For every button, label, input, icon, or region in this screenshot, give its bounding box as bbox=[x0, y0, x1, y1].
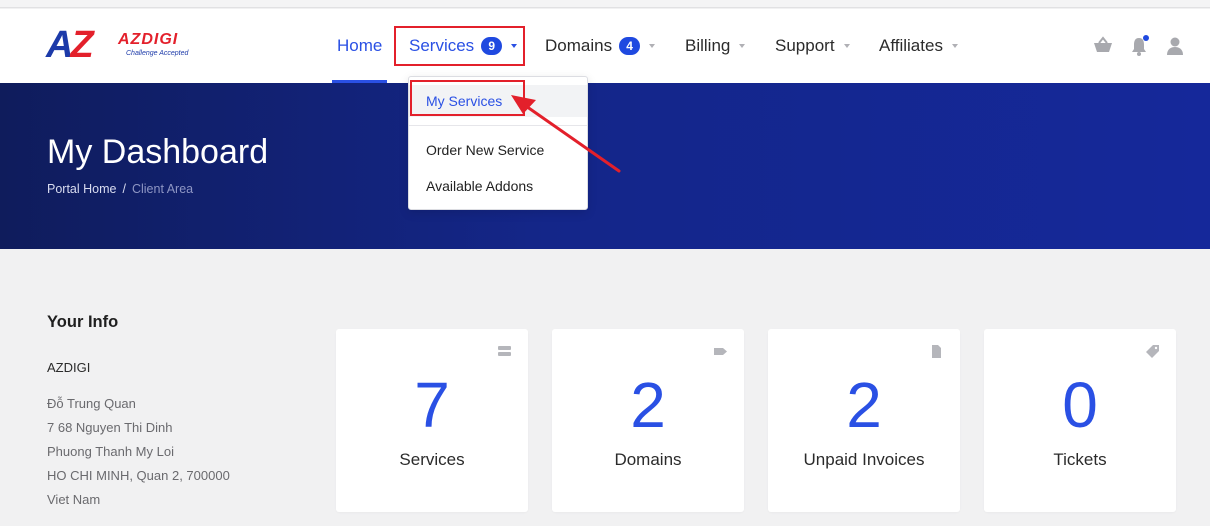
nav-affiliates[interactable]: Affiliates bbox=[879, 9, 958, 83]
stat-card-tickets[interactable]: 0 Tickets bbox=[984, 329, 1176, 512]
breadcrumb-home-link[interactable]: Portal Home bbox=[47, 182, 116, 196]
header: AZ AZDIGI Challenge Accepted Home Servic… bbox=[0, 9, 1210, 83]
cart-icon[interactable] bbox=[1092, 35, 1114, 57]
info-name: Đỗ Trung Quan bbox=[47, 396, 136, 411]
menu-divider bbox=[409, 125, 587, 126]
breadcrumb-current: Client Area bbox=[131, 182, 194, 196]
domains-count: 2 bbox=[630, 369, 666, 441]
page-title: My Dashboard bbox=[47, 133, 269, 171]
nav-support-label: Support bbox=[775, 36, 835, 55]
top-strip bbox=[0, 0, 1210, 8]
services-count: 7 bbox=[414, 369, 450, 441]
info-country: Viet Nam bbox=[47, 492, 101, 507]
menu-item-order-new-service[interactable]: Order New Service bbox=[409, 134, 587, 166]
unpaid-invoices-label: Unpaid Invoices bbox=[803, 450, 925, 469]
chevron-down-icon bbox=[843, 44, 850, 48]
info-address-line: 7 68 Nguyen Thi Dinh bbox=[47, 420, 173, 435]
tickets-label: Tickets bbox=[1053, 450, 1107, 469]
your-info-heading: Your Info bbox=[47, 313, 119, 331]
breadcrumb-separator: / bbox=[122, 182, 126, 196]
logo-mark: AZ bbox=[46, 24, 94, 66]
chevron-down-icon bbox=[739, 44, 746, 48]
hero-banner: My Dashboard Portal Home / Client Area bbox=[0, 83, 1210, 249]
nav-billing-label: Billing bbox=[685, 36, 731, 55]
chevron-down-icon bbox=[951, 44, 958, 48]
server-icon bbox=[498, 345, 511, 358]
unpaid-invoices-count: 2 bbox=[846, 369, 882, 441]
chevron-down-icon bbox=[649, 44, 656, 48]
logo-name: AZDIGI bbox=[118, 31, 179, 48]
stat-card-services[interactable]: 7 Services bbox=[336, 329, 528, 512]
services-label: Services bbox=[399, 450, 465, 469]
bell-icon[interactable] bbox=[1128, 35, 1150, 57]
nav-domains-label: Domains bbox=[545, 36, 613, 55]
nav-billing[interactable]: Billing bbox=[685, 9, 746, 83]
nav-domains[interactable]: Domains 4 bbox=[545, 9, 656, 83]
nav-support[interactable]: Support bbox=[775, 9, 850, 83]
user-icon[interactable] bbox=[1164, 35, 1186, 57]
menu-item-available-addons[interactable]: Available Addons bbox=[409, 170, 587, 202]
info-ward: Phuong Thanh My Loi bbox=[47, 444, 174, 459]
domains-label: Domains bbox=[614, 450, 682, 469]
nav-home-label: Home bbox=[337, 36, 383, 55]
ticket-icon bbox=[1146, 345, 1159, 358]
stat-card-unpaid-invoices[interactable]: 2 Unpaid Invoices bbox=[768, 329, 960, 512]
logo-tagline: Challenge Accepted bbox=[126, 50, 189, 57]
tag-icon bbox=[714, 345, 727, 358]
logo[interactable]: AZ AZDIGI Challenge Accepted bbox=[46, 25, 216, 69]
services-highlight-box bbox=[394, 26, 525, 66]
domains-count-badge: 4 bbox=[619, 37, 641, 55]
nav-home[interactable]: Home bbox=[332, 9, 388, 83]
my-services-highlight-box bbox=[410, 80, 525, 116]
nav-affiliates-label: Affiliates bbox=[879, 36, 943, 55]
company-name: AZDIGI bbox=[47, 360, 91, 375]
stat-card-domains[interactable]: 2 Domains bbox=[552, 329, 744, 512]
tickets-count: 0 bbox=[1062, 369, 1098, 441]
breadcrumb: Portal Home / Client Area bbox=[47, 182, 193, 196]
info-city: HO CHI MINH, Quan 2, 700000 bbox=[47, 468, 230, 483]
document-icon bbox=[930, 345, 943, 358]
